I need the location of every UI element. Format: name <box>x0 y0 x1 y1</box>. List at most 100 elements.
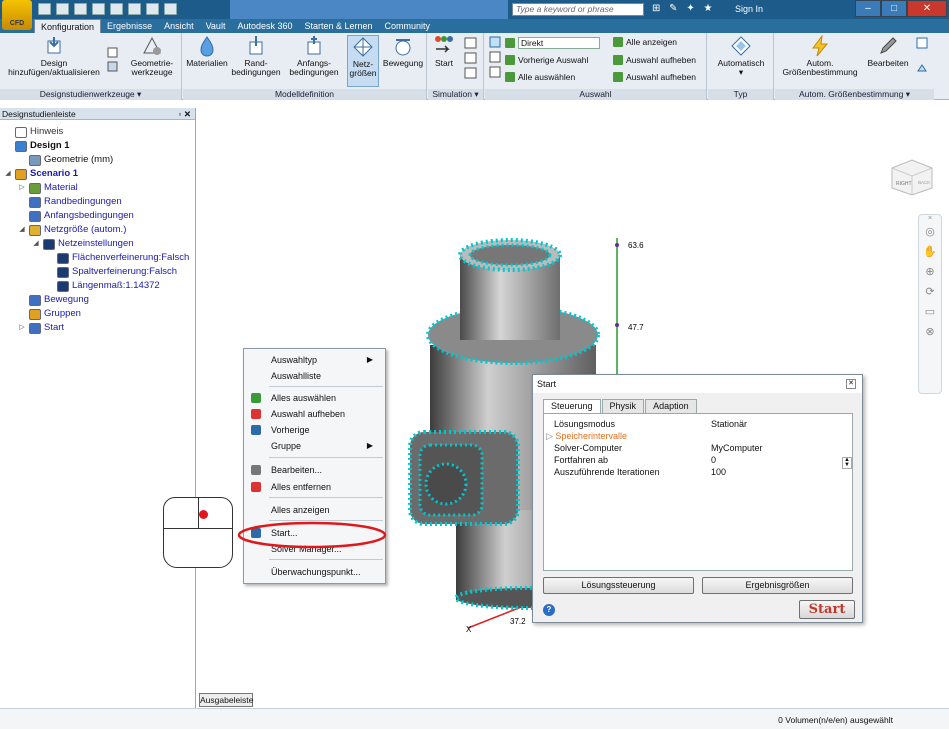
edit-button[interactable]: Bearbeiten <box>867 35 909 68</box>
boundary-conditions-button[interactable]: Rand-bedingungen <box>231 35 281 77</box>
save-as-icon[interactable] <box>92 3 105 15</box>
tree-node[interactable]: Längenmaß:1.14372 <box>0 279 195 293</box>
simulation-small-icons[interactable] <box>462 37 480 83</box>
help-icon[interactable]: ? <box>543 604 555 616</box>
show-all-button[interactable]: Alle anzeigen <box>613 37 677 47</box>
tab-community[interactable]: Community <box>379 19 437 33</box>
context-menu-item[interactable]: Alles anzeigen <box>244 503 385 517</box>
tree-node[interactable]: ◢ Scenario 1 <box>0 167 195 181</box>
tree-node[interactable]: Randbedingungen <box>0 195 195 209</box>
start-simulation-button[interactable]: Start <box>430 35 458 68</box>
select-box-icon[interactable] <box>489 36 501 78</box>
context-menu-item[interactable]: Vorherige <box>244 423 385 437</box>
select-all-button[interactable]: Alle auswählen <box>505 72 575 82</box>
setting-row[interactable]: ▷ Speicherintervalle <box>546 430 846 442</box>
center-icon[interactable]: ⊗ <box>919 325 941 345</box>
sign-in-link[interactable]: Sign In <box>735 4 763 14</box>
panel-controls[interactable]: ▫ ✕ <box>179 108 192 120</box>
context-menu-item[interactable]: Alles auswählen <box>244 391 385 405</box>
redo-icon[interactable] <box>128 3 141 15</box>
tab-starten-lernen[interactable]: Starten & Lernen <box>299 19 379 33</box>
close-button[interactable]: ✕ <box>907 0 947 17</box>
print-icon[interactable] <box>146 3 159 15</box>
setting-value[interactable]: 0 <box>711 454 716 466</box>
geometry-tools-button[interactable]: Geometrie-werkzeuge <box>124 35 180 77</box>
screen-icon[interactable] <box>164 3 177 15</box>
tree-node[interactable]: ▷ Material <box>0 181 195 195</box>
tree-node[interactable]: Spaltverfeinerung:Falsch <box>0 265 195 279</box>
open-icon[interactable] <box>56 3 69 15</box>
steering-wheel-icon[interactable]: ◎ <box>919 225 941 245</box>
expand-toggle-icon[interactable]: ▷ <box>18 321 26 335</box>
auto-small-icons[interactable] <box>915 37 929 79</box>
context-menu-item[interactable]: Auswahltyp ▶ <box>244 353 385 367</box>
tree-node[interactable]: Anfangsbedingungen <box>0 209 195 223</box>
solution-control-button[interactable]: Lösungssteuerung <box>543 577 694 594</box>
tree-node[interactable]: Design 1 <box>0 139 195 153</box>
tree-node[interactable]: ▷ Start <box>0 321 195 335</box>
dialog-tab-physik[interactable]: Physik <box>601 399 645 413</box>
undo-icon[interactable] <box>110 3 123 15</box>
automatic-type-button[interactable]: Automatisch ▾ <box>710 35 772 77</box>
context-menu-item[interactable]: Gruppe ▶ <box>244 439 385 453</box>
tab-konfiguration[interactable]: Konfiguration <box>34 19 102 33</box>
output-bar-button[interactable]: Ausgabeleiste <box>199 693 253 707</box>
new-icon[interactable] <box>38 3 51 15</box>
setting-value[interactable]: MyComputer <box>711 442 763 454</box>
tree-node[interactable]: Geometrie (mm) <box>0 153 195 167</box>
expand-toggle-icon[interactable]: ◢ <box>32 237 40 251</box>
setting-value[interactable]: 100 <box>711 466 726 478</box>
setting-row[interactable]: Auszuführende Iterationen 100 <box>554 466 854 478</box>
previous-selection-button[interactable]: Vorherige Auswahl <box>505 55 588 65</box>
mesh-sizes-button[interactable]: Netz-größen <box>347 35 379 87</box>
tab-vault[interactable]: Vault <box>200 19 232 33</box>
context-menu-item[interactable]: Überwachungspunkt... <box>244 565 385 579</box>
context-menu-item[interactable]: Auswahl aufheben <box>244 407 385 421</box>
tree-node[interactable]: Bewegung <box>0 293 195 307</box>
application-menu-button[interactable]: CFD <box>2 0 32 30</box>
motion-button[interactable]: Bewegung <box>381 35 425 68</box>
materials-button[interactable]: Materialien <box>185 35 229 68</box>
dialog-tab-steuerung[interactable]: Steuerung <box>543 399 601 413</box>
initial-conditions-button[interactable]: Anfangs-bedingungen <box>283 35 345 77</box>
maximize-button[interactable]: □ <box>881 0 907 17</box>
deselect-button-2[interactable]: Auswahl aufheben <box>613 72 696 82</box>
save-icon[interactable] <box>74 3 87 15</box>
expand-toggle-icon[interactable]: ▷ <box>18 181 26 195</box>
view-cube[interactable]: RIGHT BACK <box>890 158 934 196</box>
tree-node[interactable]: ◢ Netzgröße (autom.) <box>0 223 195 237</box>
design-add-update-button[interactable]: Design hinzufügen/aktualisieren <box>6 35 102 77</box>
setting-row[interactable]: Solver-Computer MyComputer <box>554 442 854 454</box>
context-menu-item[interactable]: Bearbeiten... <box>244 463 385 477</box>
tree-node[interactable]: ◢ Netzeinstellungen <box>0 237 195 251</box>
result-quantities-button[interactable]: Ergebnisgrößen <box>702 577 853 594</box>
dialog-close-button[interactable]: ✕ <box>846 379 856 389</box>
tree-node[interactable]: Flächenverfeinerung:Falsch <box>0 251 195 265</box>
tab-ansicht[interactable]: Ansicht <box>158 19 200 33</box>
start-button[interactable]: Start <box>799 600 855 619</box>
search-input[interactable]: Type a keyword or phrase <box>512 3 644 16</box>
expand-toggle-icon[interactable]: ◢ <box>4 167 12 181</box>
look-icon[interactable]: ▭ <box>919 305 941 325</box>
tab-ergebnisse[interactable]: Ergebnisse <box>101 19 158 33</box>
setting-value[interactable]: Stationär <box>711 418 747 430</box>
pan-icon[interactable]: ✋ <box>919 245 941 265</box>
tree-node[interactable]: Gruppen <box>0 307 195 321</box>
context-menu-item[interactable]: Auswahlliste <box>244 369 385 383</box>
expand-toggle-icon[interactable]: ◢ <box>18 223 26 237</box>
setting-row[interactable]: Lösungsmodus Stationär <box>554 418 854 430</box>
setting-row[interactable]: Fortfahren ab 0 <box>554 454 854 466</box>
orbit-icon[interactable]: ⟳ <box>919 285 941 305</box>
minimize-button[interactable]: – <box>855 0 881 17</box>
auto-sizing-button[interactable]: Autom. Größenbestimmung <box>777 35 863 77</box>
selection-mode-dropdown[interactable]: Direkt <box>505 37 600 49</box>
small-tool-icons[interactable] <box>106 47 120 75</box>
close-icon[interactable]: × <box>919 215 941 225</box>
deselect-button-1[interactable]: Auswahl aufheben <box>613 55 696 65</box>
zoom-icon[interactable]: ⊕ <box>919 265 941 285</box>
dialog-tab-adaption[interactable]: Adaption <box>645 399 697 413</box>
tree-node[interactable]: Hinweis <box>0 125 195 139</box>
context-menu-item[interactable]: Alles entfernen <box>244 480 385 494</box>
tab-autodesk-360[interactable]: Autodesk 360 <box>231 19 298 33</box>
expand-toggle-icon[interactable]: ▷ <box>546 431 555 441</box>
